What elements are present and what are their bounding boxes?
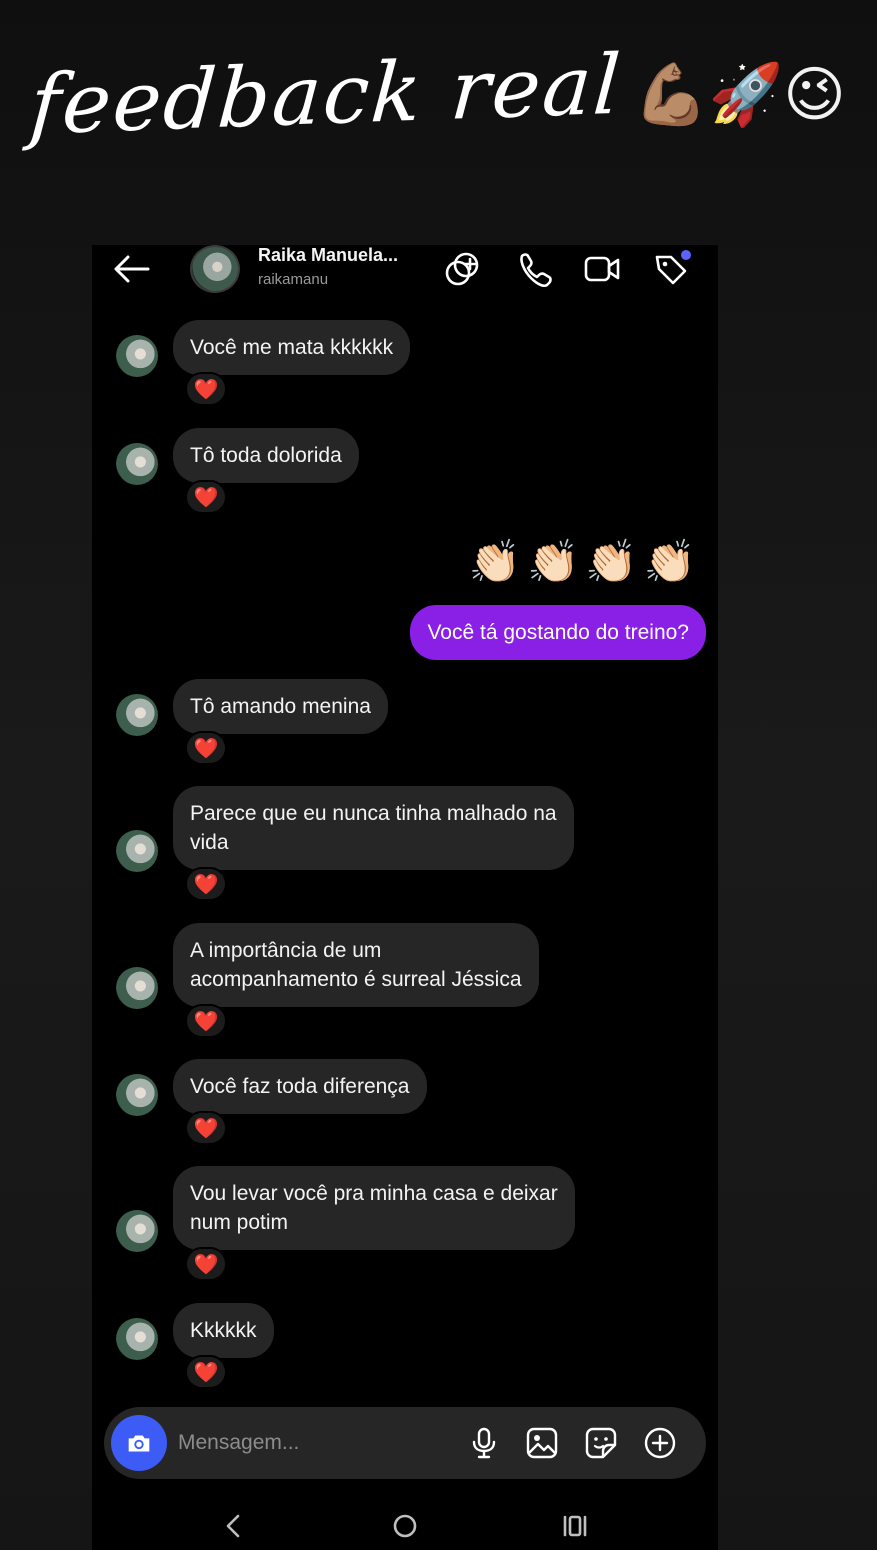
sticker-icon[interactable] xyxy=(583,1425,619,1461)
incoming-message[interactable]: Tô toda dolorida xyxy=(173,428,359,483)
image-icon[interactable] xyxy=(524,1425,560,1461)
incoming-message[interactable]: Tô amando menina xyxy=(173,679,388,734)
add-people-icon[interactable] xyxy=(444,249,484,289)
nav-back-icon[interactable] xyxy=(216,1508,252,1544)
heart-reaction[interactable]: ❤️ xyxy=(185,1111,227,1145)
outgoing-emoji-message[interactable]: 👏🏻👏🏻👏🏻👏🏻 xyxy=(469,537,702,587)
nav-home-icon[interactable] xyxy=(387,1508,423,1544)
message-composer xyxy=(104,1407,706,1479)
incoming-message[interactable]: A importância de um acompanhamento é sur… xyxy=(173,923,539,1007)
sender-avatar xyxy=(116,443,158,485)
heart-reaction[interactable]: ❤️ xyxy=(185,731,227,765)
contact-name[interactable]: Raika Manuela... xyxy=(258,245,398,266)
sender-avatar xyxy=(116,830,158,872)
sender-avatar xyxy=(116,694,158,736)
incoming-message[interactable]: Kkkkkk xyxy=(173,1303,274,1358)
incoming-message[interactable]: Você me mata kkkkkk xyxy=(173,320,411,375)
chat-header: Raika Manuela... raikamanu xyxy=(92,245,718,295)
outgoing-message[interactable]: Você tá gostando do treino? xyxy=(410,605,706,660)
chat-screen: Raika Manuela... raikamanu Você me mata … xyxy=(92,245,718,1550)
message-input[interactable] xyxy=(178,1427,458,1459)
system-navigation-bar xyxy=(92,1500,718,1550)
overlay-emojis: 💪🏽🚀😉 xyxy=(633,60,846,130)
heart-reaction[interactable]: ❤️ xyxy=(185,480,227,514)
phone-icon[interactable] xyxy=(513,249,553,289)
sender-avatar xyxy=(116,1210,158,1252)
incoming-message[interactable]: Você faz toda diferença xyxy=(173,1059,427,1114)
sender-avatar xyxy=(116,335,158,377)
incoming-message[interactable]: Parece que eu nunca tinha malhado na vid… xyxy=(173,786,574,870)
heart-reaction[interactable]: ❤️ xyxy=(185,1004,227,1038)
heart-reaction[interactable]: ❤️ xyxy=(185,1355,227,1389)
screen: feedback real 💪🏽🚀😉 Raika Manuela... raik… xyxy=(0,0,877,1550)
contact-username[interactable]: raikamanu xyxy=(258,271,328,288)
overlay-title: feedback real xyxy=(26,37,625,153)
tag-icon[interactable] xyxy=(651,249,691,289)
back-arrow-icon[interactable] xyxy=(112,253,150,285)
heart-reaction[interactable]: ❤️ xyxy=(185,867,227,901)
heart-reaction[interactable]: ❤️ xyxy=(185,1247,227,1281)
microphone-icon[interactable] xyxy=(466,1425,502,1461)
add-icon[interactable] xyxy=(642,1425,678,1461)
sender-avatar xyxy=(116,967,158,1009)
camera-icon[interactable] xyxy=(111,1415,167,1471)
overlay-title-row: feedback real 💪🏽🚀😉 xyxy=(26,20,870,170)
nav-recents-icon[interactable] xyxy=(557,1508,593,1544)
incoming-message[interactable]: Vou levar você pra minha casa e deixar n… xyxy=(173,1166,575,1250)
sender-avatar xyxy=(116,1074,158,1116)
heart-reaction[interactable]: ❤️ xyxy=(185,372,227,406)
contact-avatar[interactable] xyxy=(190,245,240,293)
video-icon[interactable] xyxy=(582,249,622,289)
sender-avatar xyxy=(116,1318,158,1360)
